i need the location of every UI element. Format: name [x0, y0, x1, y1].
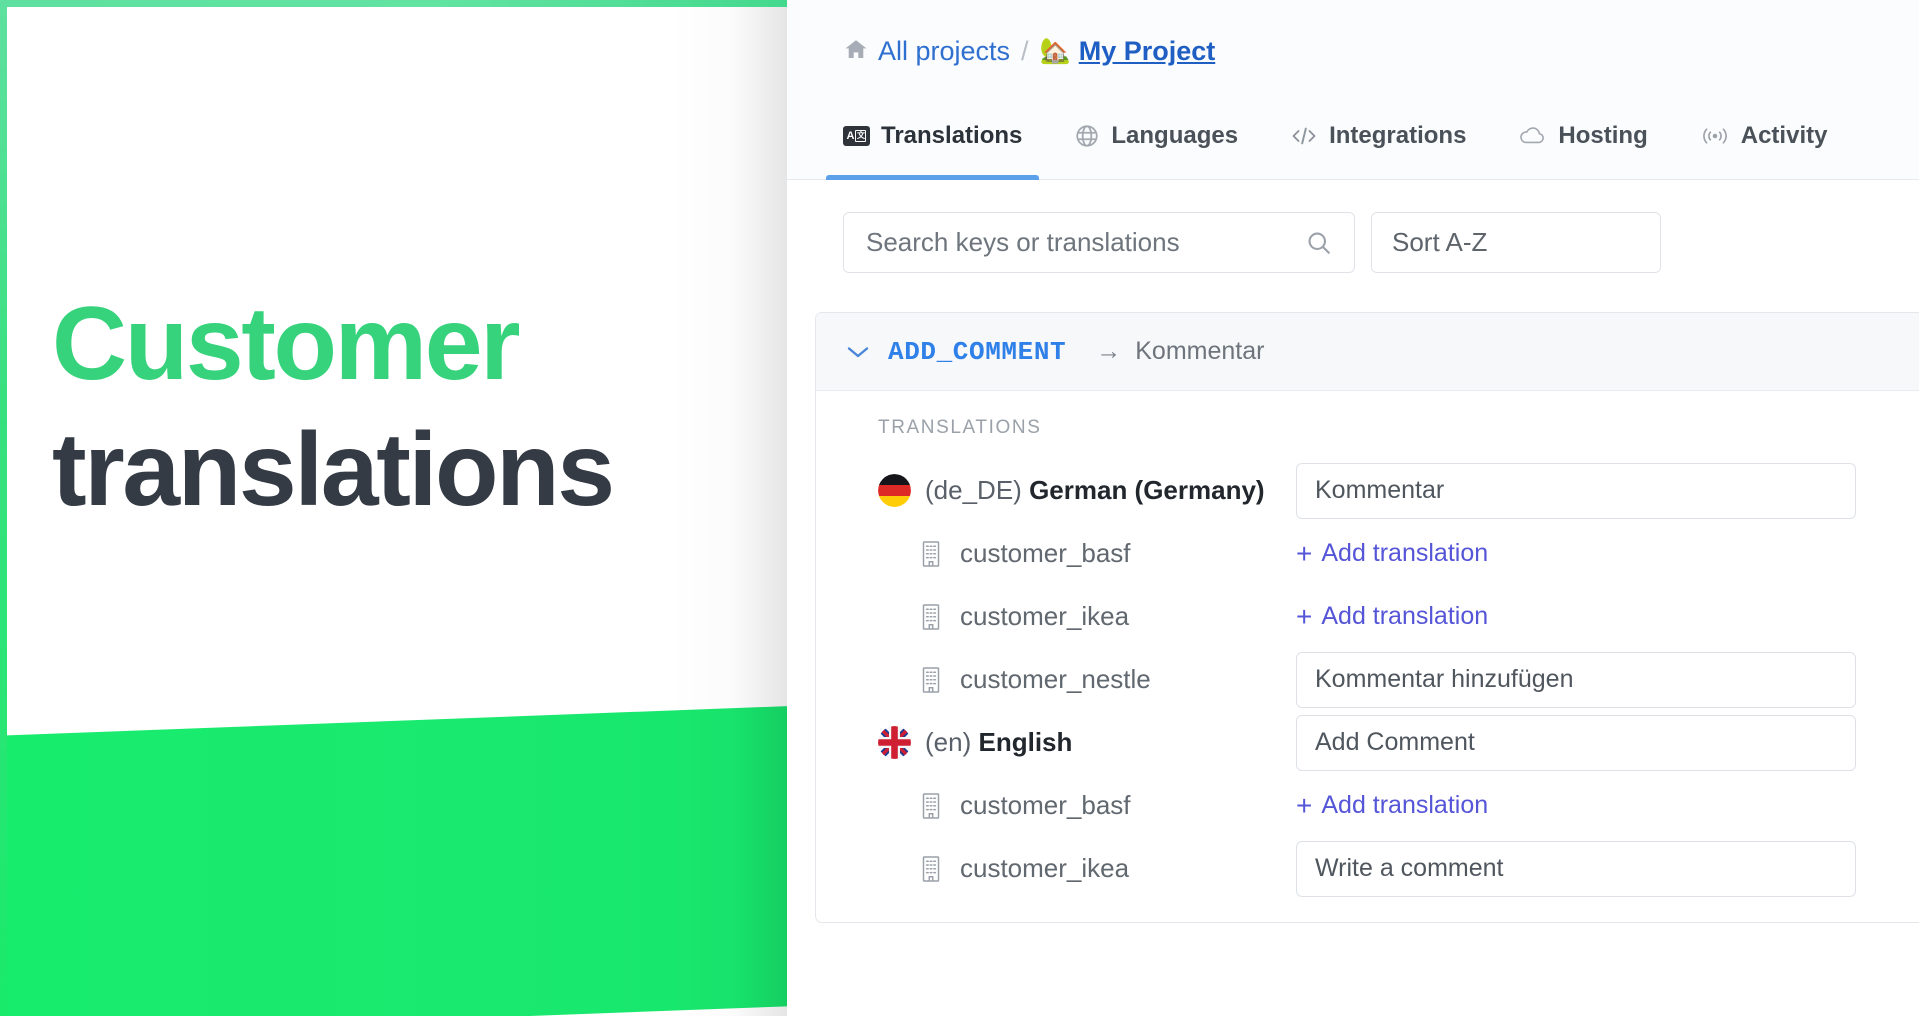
tab-integrations-label: Integrations — [1329, 122, 1467, 149]
translate-icon: A文 — [843, 126, 870, 146]
customer-name: customer_ikea — [960, 601, 1130, 631]
language-name: English — [978, 727, 1073, 757]
translation-row-language: (en) English Add Comment — [816, 713, 1919, 772]
translation-input-value: Write a comment — [1315, 854, 1504, 882]
tab-hosting-label: Hosting — [1558, 122, 1648, 149]
house-with-garden-icon: 🏡 — [1039, 37, 1071, 65]
promo-headline: Customer translations — [52, 286, 615, 528]
app-panel: All projects / 🏡 My Project A文 Translati… — [787, 0, 1919, 1016]
translation-input-value: Kommentar hinzufügen — [1315, 665, 1574, 693]
breadcrumb-all-projects-link[interactable]: All projects — [878, 36, 1010, 67]
chevron-down-icon[interactable] — [845, 344, 871, 360]
add-translation-label: Add translation — [1321, 539, 1489, 567]
translation-key-header[interactable]: ADD_COMMENT → Kommentar — [816, 313, 1919, 391]
search-icon[interactable] — [1304, 228, 1334, 258]
add-translation-label: Add translation — [1321, 791, 1489, 819]
screenshot-root: All projects / 🏡 My Project A文 Translati… — [0, 0, 1919, 1016]
tab-activity[interactable]: Activity — [1674, 92, 1854, 180]
promo-top-accent-bar — [0, 0, 787, 7]
language-label: (de_DE) German (Germany) — [925, 475, 1265, 506]
toolbar: Sort A-Z — [843, 212, 1661, 273]
translation-row-customer: customer_nestle Kommentar hinzufügen — [816, 650, 1919, 709]
translation-row-customer: customer_ikea Write a comment — [816, 839, 1919, 898]
sort-select-value: Sort A-Z — [1392, 227, 1488, 257]
promo-left-accent-bar — [0, 0, 7, 1016]
translation-row-customer: customer_basf + Add translation — [816, 776, 1919, 835]
home-icon — [843, 37, 869, 66]
breadcrumb-separator: / — [1021, 36, 1029, 66]
customer-name: customer_basf — [960, 790, 1131, 820]
plus-icon: + — [1296, 789, 1313, 821]
broadcast-icon — [1700, 125, 1730, 147]
tab-activity-label: Activity — [1740, 122, 1828, 149]
flag-de-icon — [878, 474, 911, 507]
language-name: German (Germany) — [1029, 475, 1265, 505]
translation-input[interactable]: Kommentar — [1296, 462, 1856, 519]
tab-languages[interactable]: Languages — [1048, 92, 1264, 180]
search-box[interactable] — [843, 212, 1355, 273]
flag-gb-icon — [878, 726, 911, 759]
translation-key-card: ADD_COMMENT → Kommentar TRANSLATIONS (de… — [815, 312, 1919, 923]
tab-hosting[interactable]: Hosting — [1492, 92, 1673, 180]
translation-input[interactable]: Add Comment — [1296, 714, 1856, 771]
translation-key-name: ADD_COMMENT — [888, 336, 1067, 367]
building-icon — [918, 665, 944, 695]
language-label: (en) English — [925, 727, 1072, 758]
add-translation-link[interactable]: + Add translation — [1296, 602, 1488, 631]
translation-input-value: Add Comment — [1315, 728, 1475, 756]
translation-input[interactable]: Kommentar hinzufügen — [1296, 651, 1856, 708]
promo-card-inner: Customer translations — [7, 7, 787, 1016]
promo-card: Customer translations — [0, 0, 787, 1016]
add-translation-label: Add translation — [1321, 602, 1489, 630]
building-icon — [918, 791, 944, 821]
customer-name: customer_basf — [960, 538, 1131, 568]
building-icon — [918, 539, 944, 569]
translation-row-language: (de_DE) German (Germany) Kommentar — [816, 461, 1919, 520]
customer-name: customer_ikea — [960, 853, 1130, 883]
translation-key-preview: Kommentar — [1135, 337, 1265, 365]
arrow-right-icon: → — [1096, 337, 1122, 365]
app-header: All projects / 🏡 My Project A文 Translati… — [787, 0, 1919, 180]
add-translation-link[interactable]: + Add translation — [1296, 539, 1488, 568]
promo-headline-line-2: translations — [52, 412, 615, 528]
search-input[interactable] — [866, 227, 1304, 258]
language-code: (en) — [925, 727, 972, 757]
code-icon — [1290, 124, 1318, 148]
add-translation-link[interactable]: + Add translation — [1296, 791, 1488, 820]
globe-icon — [1074, 123, 1100, 149]
plus-icon: + — [1296, 537, 1313, 569]
translations-section-label: TRANSLATIONS — [878, 417, 1042, 438]
breadcrumb: All projects / 🏡 My Project — [843, 36, 1215, 67]
translation-input-value: Kommentar — [1315, 476, 1445, 504]
sort-select[interactable]: Sort A-Z — [1371, 212, 1661, 273]
tab-integrations[interactable]: Integrations — [1264, 92, 1492, 180]
tab-translations[interactable]: A文 Translations — [817, 92, 1048, 180]
tab-translations-label: Translations — [881, 122, 1023, 149]
translation-input[interactable]: Write a comment — [1296, 840, 1856, 897]
translation-row-customer: customer_ikea + Add translation — [816, 587, 1919, 646]
building-icon — [918, 602, 944, 632]
tab-bar: A文 Translations Languages Integrations H… — [817, 92, 1853, 180]
promo-green-wedge — [7, 705, 787, 1016]
promo-headline-line-1: Customer — [52, 286, 521, 402]
plus-icon: + — [1296, 600, 1313, 632]
language-code: (de_DE) — [925, 475, 1022, 505]
customer-name: customer_nestle — [960, 664, 1151, 694]
translation-row-customer: customer_basf + Add translation — [816, 524, 1919, 583]
building-icon — [918, 854, 944, 884]
cloud-icon — [1518, 125, 1547, 147]
tab-languages-label: Languages — [1111, 122, 1239, 149]
translation-key-body: TRANSLATIONS (de_DE) German (Germany) Ko… — [816, 391, 1919, 922]
breadcrumb-project-link[interactable]: My Project — [1079, 36, 1216, 67]
